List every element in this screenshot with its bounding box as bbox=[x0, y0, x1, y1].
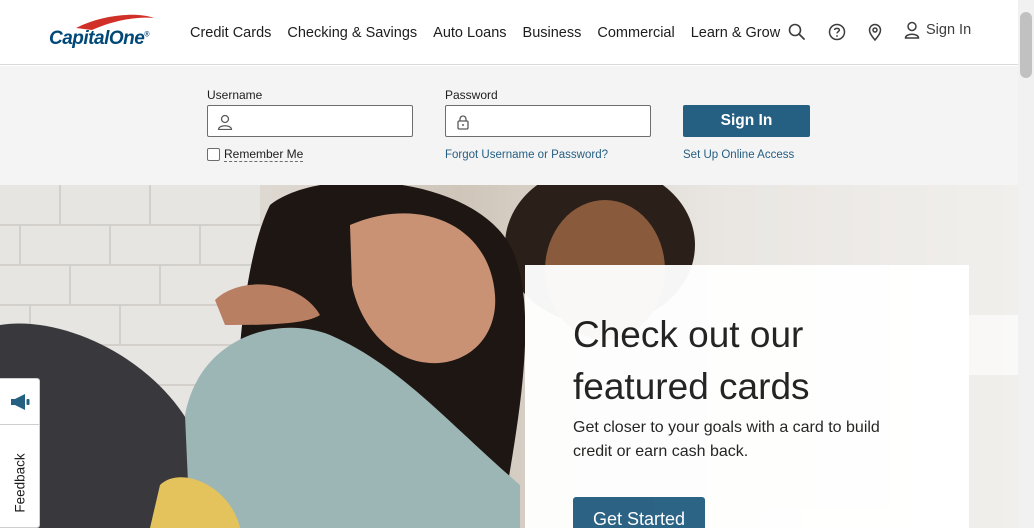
page-scrollbar[interactable] bbox=[1018, 0, 1034, 528]
hero-title: Check out our featured cards bbox=[573, 314, 810, 407]
location-icon[interactable] bbox=[865, 22, 885, 42]
nav-business[interactable]: Business bbox=[523, 25, 582, 41]
header-sign-in-label: Sign In bbox=[926, 22, 972, 38]
scrollbar-thumb[interactable] bbox=[1020, 12, 1032, 78]
megaphone-icon bbox=[11, 394, 30, 410]
password-field[interactable] bbox=[445, 105, 651, 137]
nav-commercial[interactable]: Commercial bbox=[597, 25, 674, 41]
get-started-button[interactable]: Get Started bbox=[573, 497, 705, 528]
main-nav: Credit Cards Checking & Savings Auto Loa… bbox=[190, 0, 796, 65]
nav-auto-loans[interactable]: Auto Loans bbox=[433, 25, 506, 41]
hero-banner: Check out our featured cards Get closer … bbox=[0, 185, 1018, 528]
feedback-divider bbox=[0, 424, 39, 425]
featured-cards-panel: Check out our featured cards Get closer … bbox=[525, 265, 969, 528]
remember-me[interactable]: Remember Me bbox=[207, 147, 304, 162]
nav-learn-grow[interactable]: Learn & Grow bbox=[691, 25, 780, 41]
help-icon[interactable] bbox=[827, 22, 847, 42]
lock-icon bbox=[457, 115, 469, 130]
setup-online-access-link[interactable]: Set Up Online Access bbox=[683, 149, 794, 161]
nav-checking-savings[interactable]: Checking & Savings bbox=[287, 25, 417, 41]
remember-me-checkbox[interactable] bbox=[207, 148, 220, 161]
site-header: CapitalOne® Credit Cards Checking & Savi… bbox=[0, 0, 1018, 65]
header-sign-in[interactable]: Sign In bbox=[904, 21, 971, 39]
password-input[interactable] bbox=[478, 110, 646, 132]
password-label: Password bbox=[445, 88, 498, 102]
username-input[interactable] bbox=[240, 110, 408, 132]
user-icon bbox=[904, 21, 920, 39]
user-icon bbox=[217, 114, 233, 130]
search-icon[interactable] bbox=[787, 22, 807, 42]
remember-me-label: Remember Me bbox=[224, 147, 304, 162]
username-label: Username bbox=[207, 88, 263, 102]
logo-text: CapitalOne® bbox=[49, 28, 149, 49]
sign-in-button[interactable]: Sign In bbox=[683, 105, 810, 137]
nav-credit-cards[interactable]: Credit Cards bbox=[190, 25, 271, 41]
feedback-tab[interactable]: Feedback bbox=[0, 378, 40, 528]
login-bar: Username Password Sign In Remember Me Fo… bbox=[0, 66, 1018, 185]
forgot-credentials-link[interactable]: Forgot Username or Password? bbox=[445, 149, 608, 161]
username-field[interactable] bbox=[207, 105, 413, 137]
feedback-label: Feedback bbox=[12, 453, 28, 513]
page: CapitalOne® Credit Cards Checking & Savi… bbox=[0, 0, 1034, 528]
hero-description: Get closer to your goals with a card to … bbox=[573, 419, 880, 460]
capital-one-logo[interactable]: CapitalOne® bbox=[48, 14, 160, 54]
